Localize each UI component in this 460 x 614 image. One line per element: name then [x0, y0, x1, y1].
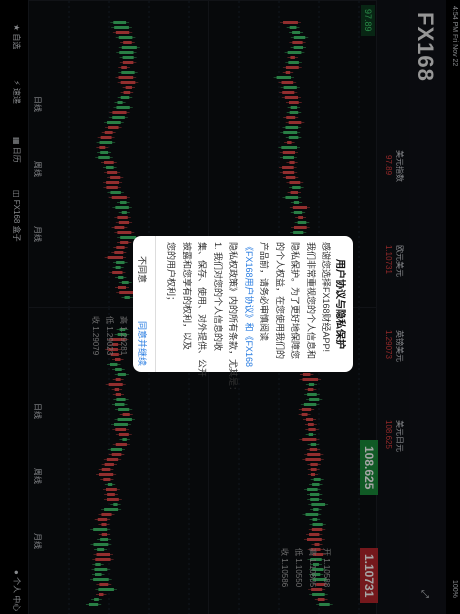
dialog-line: 您的用户权利； [166, 242, 176, 306]
privacy-dialog: 用户协议与隐私保护 感谢您选择FX168财经APP! 我们非常重视您的个人信息和隐… [133, 236, 353, 395]
dialog-line: 产品前，请务必审慎阅读 [259, 242, 269, 342]
decline-button[interactable]: 不同意 [136, 256, 149, 283]
dialog-line: 集、保存、使用、对外提供、公开 [197, 242, 207, 378]
screen: ★ 自选 ⚡ 速递 ▦ 日历 ◫ FX168 盒子 ● 个人 中心 4:54 P… [0, 0, 460, 614]
dialog-divider [155, 236, 156, 372]
dialog-line: 隐私保护。为了更好地保障您 [290, 242, 300, 360]
dialog-line: 披露和您享有的权利，以及 [181, 242, 192, 351]
dialog-line: 我们非常重视您的个人信息和 [305, 242, 316, 360]
dialog-line: 的个人权益，在您使用我们的 [274, 242, 285, 360]
dialog-line: 1. 我们对您的个人信息的收 [212, 242, 223, 352]
dialog-line: 隐私权政策》内的所有条款，尤其是： [228, 242, 238, 396]
accept-button[interactable]: 同意并继续 [136, 321, 149, 366]
dialog-title: 用户协议与隐私保护 [334, 259, 345, 349]
dialog-line: 感谢您选择FX168财经APP! [321, 242, 331, 353]
dialog-line: 《FX168用户协议》和《FX168 [243, 242, 254, 368]
